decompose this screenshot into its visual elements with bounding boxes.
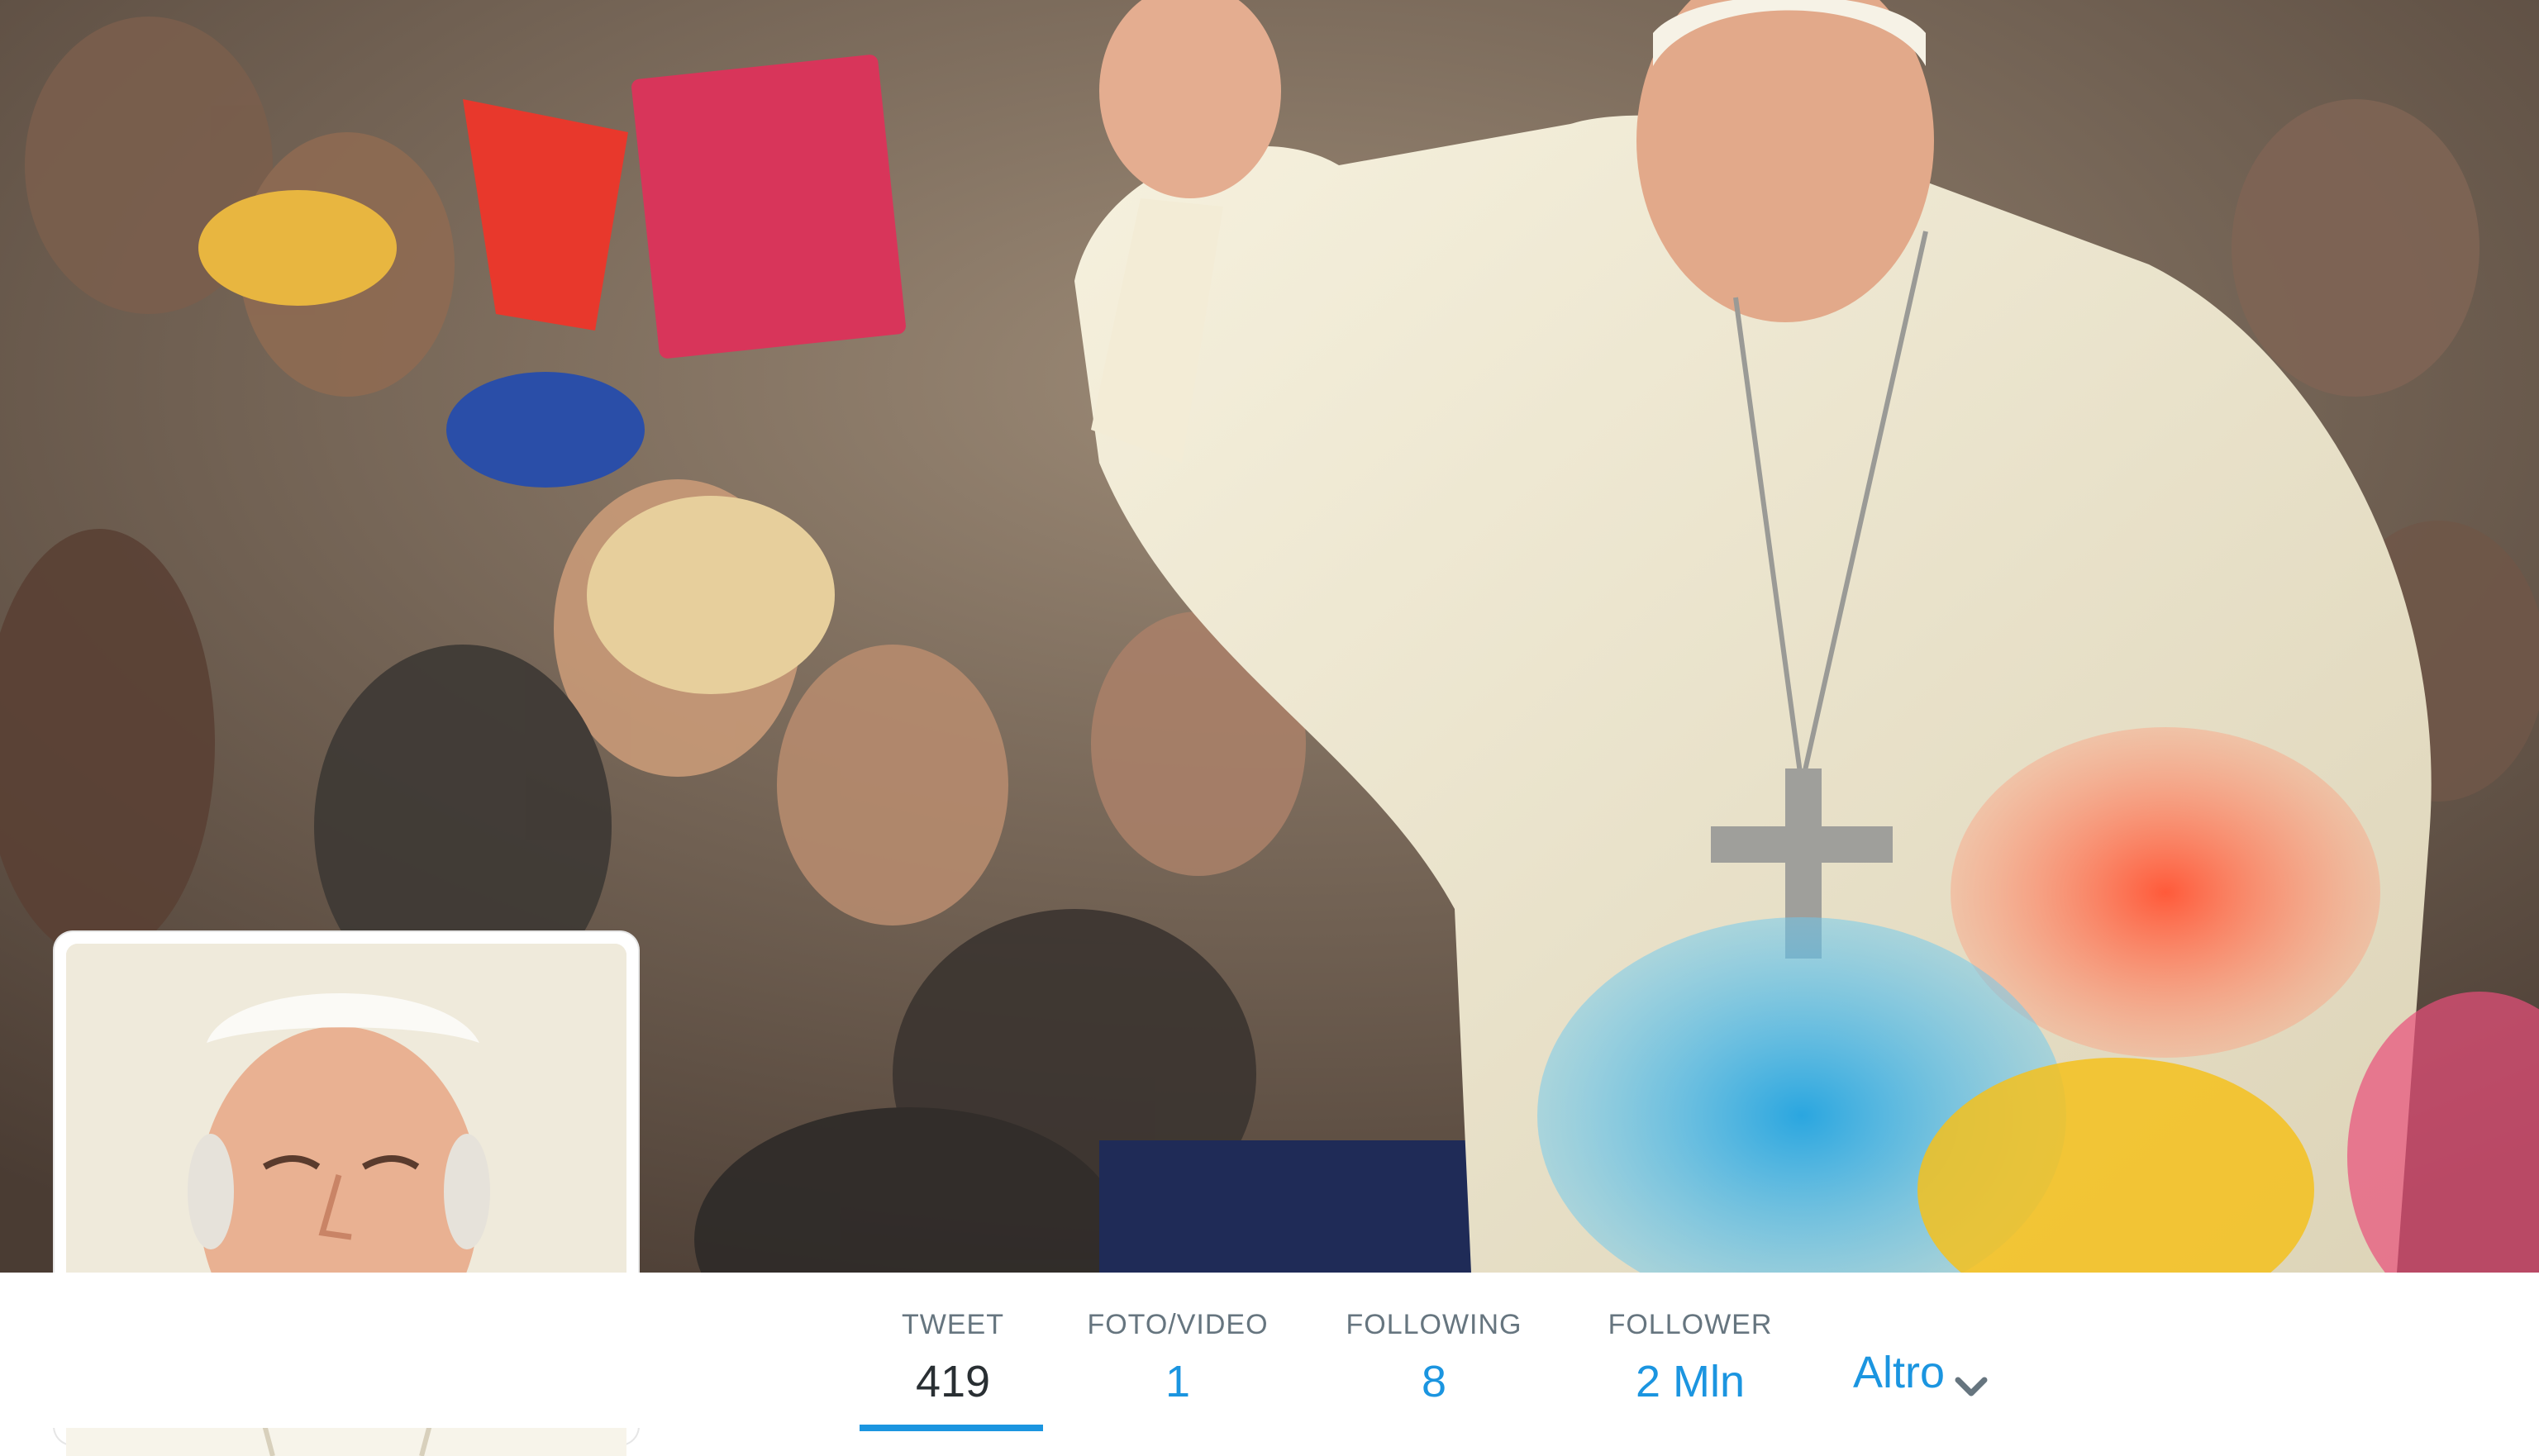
stat-tweet-label: TWEET: [902, 1309, 1004, 1340]
stat-follower[interactable]: FOLLOWER 2 Mln: [1595, 1309, 1785, 1407]
stat-following[interactable]: FOLLOWING 8: [1339, 1309, 1529, 1407]
stat-following-value: 8: [1421, 1357, 1447, 1406]
stat-follower-label: FOLLOWER: [1608, 1309, 1773, 1340]
stat-photo-video-value: 1: [1165, 1357, 1191, 1406]
more-menu-label: Altro: [1853, 1348, 1946, 1397]
stat-photo-video-label: FOTO/VIDEO: [1087, 1309, 1269, 1340]
profile-nav: TWEET 419 FOTO/VIDEO 1 FOLLOWING 8 FOLLO…: [0, 1273, 2539, 1431]
stat-following-label: FOLLOWING: [1346, 1309, 1522, 1340]
stat-photo-video[interactable]: FOTO/VIDEO 1: [1074, 1309, 1281, 1407]
active-tab-indicator: [860, 1425, 1043, 1431]
chevron-down-icon: [1953, 1359, 1989, 1397]
more-menu-button[interactable]: Altro: [1853, 1347, 1989, 1398]
stat-tweet-value: 419: [915, 1357, 991, 1406]
stat-follower-value: 2 Mln: [1635, 1357, 1746, 1406]
stat-tweet[interactable]: TWEET 419: [874, 1309, 1031, 1407]
